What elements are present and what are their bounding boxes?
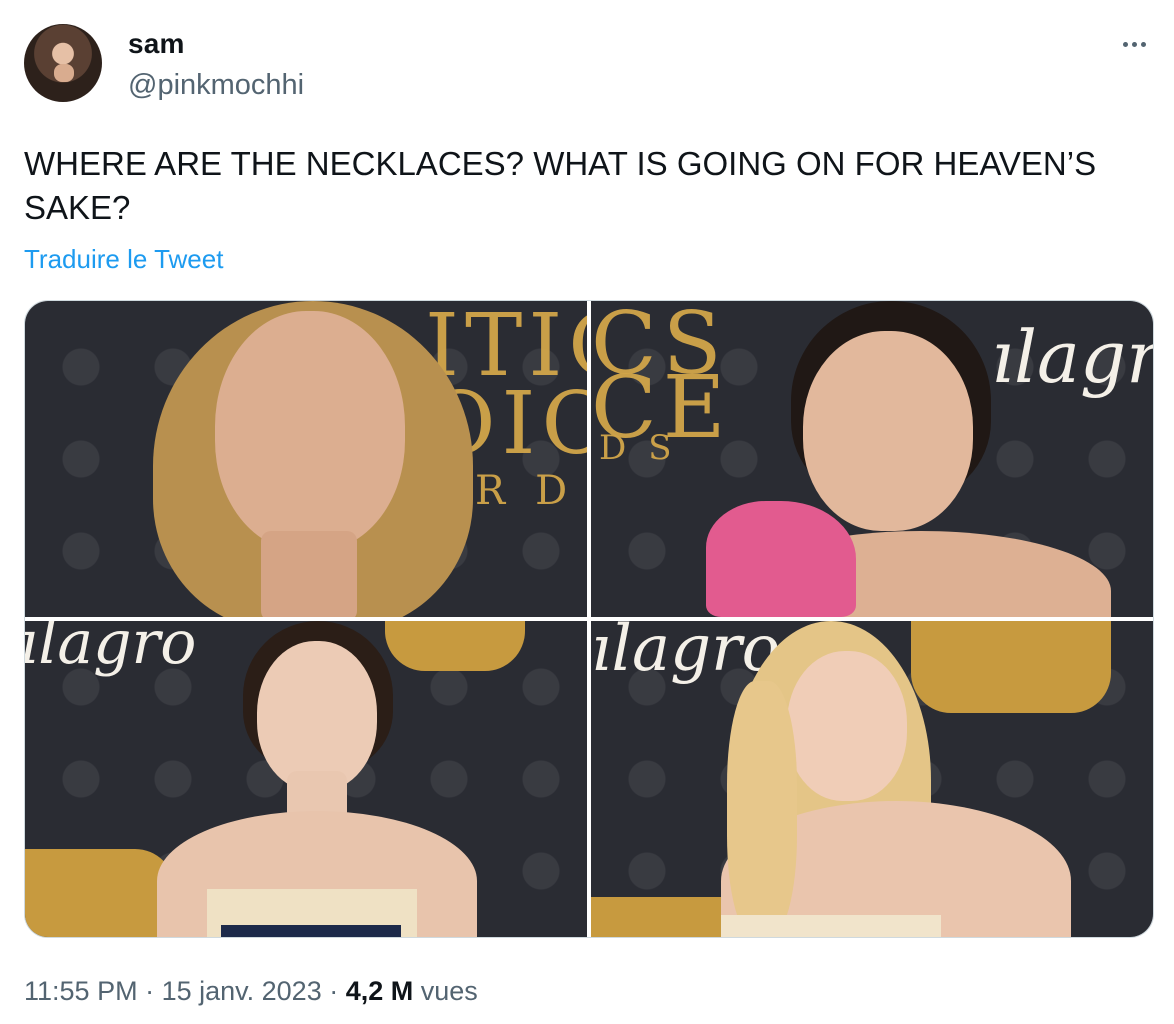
photo-3[interactable]: ılagro — [25, 621, 587, 937]
author-name[interactable]: sam — [128, 28, 185, 60]
backdrop-cw-logo — [385, 621, 525, 671]
backdrop-cw-logo — [911, 621, 1111, 713]
photo-2[interactable]: CS CE DS ılagro — [591, 301, 1153, 617]
backdrop-script-logo: ılagro — [991, 315, 1153, 399]
author-handle[interactable]: @pinkmochhi — [128, 69, 304, 102]
backdrop-script-logo: ılagro — [591, 621, 781, 686]
backdrop-logo: DS — [599, 428, 694, 468]
tweet-time[interactable]: 11:55 PM — [24, 976, 138, 1006]
more-options-icon[interactable] — [1116, 30, 1152, 58]
author-avatar[interactable] — [24, 24, 102, 102]
translate-tweet-link[interactable]: Traduire le Tweet — [24, 244, 223, 275]
backdrop-script-logo: ılagro — [25, 621, 197, 678]
backdrop-cw-logo — [591, 897, 721, 937]
avatar-hand — [54, 64, 74, 82]
tweet-text: WHERE ARE THE NECKLACES? WHAT IS GOING O… — [24, 145, 1097, 226]
media-grid: ITIC OIC RD CS CE DS ılagro ılagro — [24, 300, 1154, 938]
views-label: vues — [413, 976, 478, 1006]
view-count[interactable]: 4,2 M — [346, 976, 414, 1006]
tweet: sam @pinkmochhi WHERE ARE THE NECKLACES?… — [0, 0, 1174, 1024]
tweet-date[interactable]: 15 janv. 2023 — [162, 976, 322, 1006]
tweet-metadata: 11:55 PM · 15 janv. 2023 · 4,2 M vues — [24, 976, 478, 1006]
photo-4[interactable]: ılagro — [591, 621, 1153, 937]
backdrop-cw-logo — [25, 849, 175, 937]
backdrop-logo: RD — [475, 468, 587, 514]
photo-1[interactable]: ITIC OIC RD — [25, 301, 587, 617]
